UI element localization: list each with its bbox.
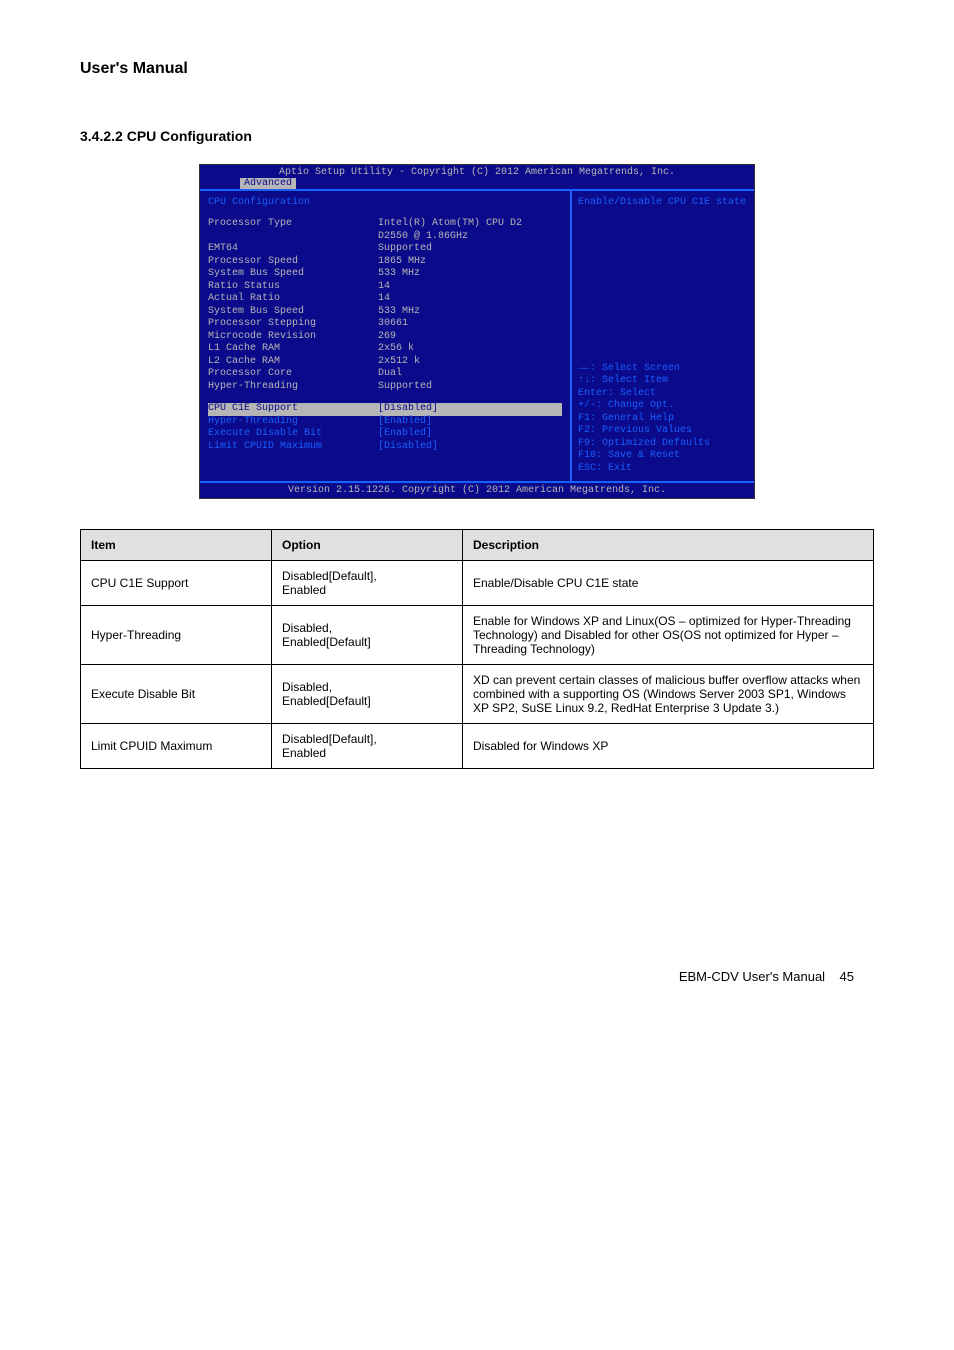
bios-info-label: Microcode Revision: [208, 331, 378, 344]
table-row: Execute Disable BitDisabled, Enabled[Def…: [81, 665, 874, 724]
bios-info-value: 2x56 k: [378, 343, 562, 356]
bios-help-line: +/-: Change Opt.: [578, 400, 748, 413]
cell-item: Execute Disable Bit: [81, 665, 272, 724]
col-description: Description: [463, 530, 874, 561]
bios-info-label: L1 Cache RAM: [208, 343, 378, 356]
bios-info-row: Processor Stepping30661: [208, 318, 562, 331]
bios-info-label: Hyper-Threading: [208, 381, 378, 394]
bios-config-label: Limit CPUID Maximum: [208, 441, 378, 454]
bios-info-value: 533 MHz: [378, 306, 562, 319]
settings-table: Item Option Description CPU C1E SupportD…: [80, 529, 874, 769]
bios-info-value: 269: [378, 331, 562, 344]
bios-info-row: System Bus Speed533 MHz: [208, 306, 562, 319]
bios-info-value: Supported: [378, 243, 562, 256]
bios-section-heading: CPU Configuration: [208, 197, 562, 208]
bios-help-line: F2: Previous Values: [578, 425, 748, 438]
bios-config-value: [Enabled]: [378, 428, 562, 441]
cell-description: XD can prevent certain classes of malici…: [463, 665, 874, 724]
bios-config-row[interactable]: CPU C1E Support[Disabled]: [208, 403, 562, 416]
bios-config-row[interactable]: Execute Disable Bit[Enabled]: [208, 428, 562, 441]
bios-info-label: Processor Type: [208, 218, 378, 231]
bios-info-label: Processor Speed: [208, 256, 378, 269]
footer-label: EBM-CDV User's Manual: [679, 969, 825, 984]
cell-item: Hyper-Threading: [81, 606, 272, 665]
bios-help-line: ↑↓: Select Item: [578, 375, 748, 388]
bios-info-label: Ratio Status: [208, 281, 378, 294]
bios-help-line: →←: Select Screen: [578, 363, 748, 376]
bios-info-value: Supported: [378, 381, 562, 394]
bios-info-value: 30661: [378, 318, 562, 331]
bios-config-label: Execute Disable Bit: [208, 428, 378, 441]
bios-info-row: D2550 @ 1.86GHz: [208, 231, 562, 244]
cell-option: Disabled[Default], Enabled: [272, 724, 463, 769]
bios-screenshot: Aptio Setup Utility - Copyright (C) 2012…: [199, 164, 755, 499]
bios-info-row: L1 Cache RAM2x56 k: [208, 343, 562, 356]
bios-info-value: 1865 MHz: [378, 256, 562, 269]
bios-help-line: ESC: Exit: [578, 463, 748, 476]
bios-info-row: Processor TypeIntel(R) Atom(TM) CPU D2: [208, 218, 562, 231]
bios-help-line: F1: General Help: [578, 413, 748, 426]
cell-option: Disabled, Enabled[Default]: [272, 606, 463, 665]
page-footer: EBM-CDV User's Manual 45: [80, 969, 874, 984]
table-row: CPU C1E SupportDisabled[Default], Enable…: [81, 561, 874, 606]
bios-config-value: [Disabled]: [378, 441, 562, 454]
bios-help-line: F9: Optimized Defaults: [578, 438, 748, 451]
cell-description: Enable for Windows XP and Linux(OS – opt…: [463, 606, 874, 665]
bios-info-label: System Bus Speed: [208, 306, 378, 319]
bios-info-label: Actual Ratio: [208, 293, 378, 306]
bios-info-label: Processor Core: [208, 368, 378, 381]
bios-info-label: L2 Cache RAM: [208, 356, 378, 369]
bios-info-value: D2550 @ 1.86GHz: [378, 231, 562, 244]
bios-info-row: EMT64Supported: [208, 243, 562, 256]
bios-info-row: Processor CoreDual: [208, 368, 562, 381]
bios-info-label: System Bus Speed: [208, 268, 378, 281]
bios-info-value: 2x512 k: [378, 356, 562, 369]
bios-info-row: Hyper-ThreadingSupported: [208, 381, 562, 394]
bios-config-value: [Enabled]: [378, 416, 562, 429]
tab-advanced[interactable]: Advanced: [240, 178, 296, 189]
bios-info-row: L2 Cache RAM2x512 k: [208, 356, 562, 369]
bios-info-value: 533 MHz: [378, 268, 562, 281]
cell-description: Disabled for Windows XP: [463, 724, 874, 769]
section-title: 3.4.2.2 CPU Configuration: [80, 128, 874, 144]
bios-info-row: Microcode Revision269: [208, 331, 562, 344]
bios-help-line: F10: Save & Reset: [578, 450, 748, 463]
col-item: Item: [81, 530, 272, 561]
bios-info-row: System Bus Speed533 MHz: [208, 268, 562, 281]
bios-config-value: [Disabled]: [378, 403, 562, 416]
bios-help-description: Enable/Disable CPU C1E state: [578, 197, 748, 210]
bios-config-row[interactable]: Hyper-Threading[Enabled]: [208, 416, 562, 429]
table-row: Limit CPUID MaximumDisabled[Default], En…: [81, 724, 874, 769]
bios-title-bar: Aptio Setup Utility - Copyright (C) 2012…: [200, 165, 754, 178]
col-option: Option: [272, 530, 463, 561]
bios-info-label: Processor Stepping: [208, 318, 378, 331]
bios-left-panel: CPU Configuration Processor TypeIntel(R)…: [200, 191, 572, 481]
cell-description: Enable/Disable CPU C1E state: [463, 561, 874, 606]
page-number: 45: [840, 969, 854, 984]
bios-info-row: Ratio Status14: [208, 281, 562, 294]
bios-info-row: Actual Ratio14: [208, 293, 562, 306]
bios-info-label: [208, 231, 378, 244]
bios-footer: Version 2.15.1226. Copyright (C) 2012 Am…: [200, 483, 754, 498]
table-row: Hyper-ThreadingDisabled, Enabled[Default…: [81, 606, 874, 665]
page-header: User's Manual: [80, 60, 874, 78]
cell-item: Limit CPUID Maximum: [81, 724, 272, 769]
bios-help-line: Enter: Select: [578, 388, 748, 401]
bios-info-value: 14: [378, 293, 562, 306]
cell-option: Disabled, Enabled[Default]: [272, 665, 463, 724]
bios-info-row: Processor Speed1865 MHz: [208, 256, 562, 269]
cell-item: CPU C1E Support: [81, 561, 272, 606]
bios-config-label: Hyper-Threading: [208, 416, 378, 429]
bios-tab-row: Advanced: [200, 178, 754, 189]
bios-right-panel: Enable/Disable CPU C1E state →←: Select …: [572, 191, 754, 481]
bios-info-value: 14: [378, 281, 562, 294]
bios-info-label: EMT64: [208, 243, 378, 256]
bios-config-label: CPU C1E Support: [208, 403, 378, 416]
bios-info-value: Dual: [378, 368, 562, 381]
cell-option: Disabled[Default], Enabled: [272, 561, 463, 606]
bios-config-row[interactable]: Limit CPUID Maximum[Disabled]: [208, 441, 562, 454]
bios-info-value: Intel(R) Atom(TM) CPU D2: [378, 218, 562, 231]
